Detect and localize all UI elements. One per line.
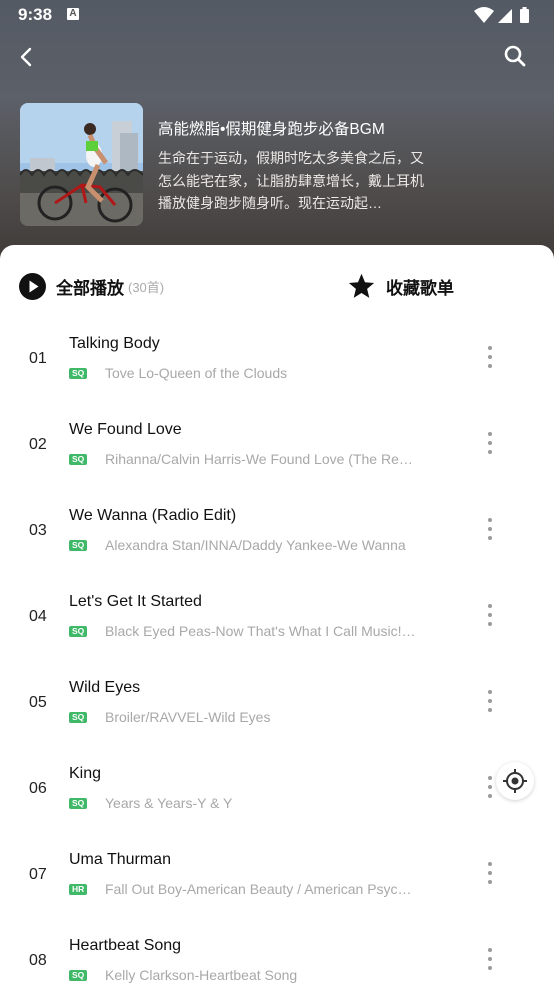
track-title: King — [69, 765, 102, 782]
track-artist: Broiler/RAVVEL-Wild Eyes — [105, 709, 271, 725]
track-title: Uma Thurman — [69, 851, 171, 868]
track-artist: Black Eyed Peas-Now That's What I Call M… — [105, 623, 416, 639]
status-time: 9:38 — [18, 5, 53, 24]
track-row[interactable]: 01 Talking Body SQ Tove Lo-Queen of the … — [0, 318, 554, 404]
track-artist: Alexandra Stan/INNA/Daddy Yankee-We Wann… — [105, 537, 406, 553]
track-count: (30首) — [128, 279, 165, 295]
track-artist: Rihanna/Calvin Harris-We Found Love (The… — [105, 451, 413, 467]
track-number: 06 — [29, 780, 47, 797]
track-title: We Wanna (Radio Edit) — [69, 507, 237, 524]
quality-badge: HR — [69, 884, 88, 895]
more-options-button[interactable] — [482, 432, 498, 458]
track-number: 04 — [29, 608, 47, 625]
play-circle-icon — [19, 272, 46, 300]
track-row[interactable]: 03 We Wanna (Radio Edit) SQ Alexandra St… — [0, 490, 554, 576]
back-button[interactable] — [14, 44, 40, 70]
quality-badge: SQ — [69, 454, 88, 465]
playlist-description[interactable]: 生命在于运动，假期时吃太多美食之后，又怎么能宅在家，让脂肪肆意增长，戴上耳机播放… — [158, 147, 430, 215]
quality-badge: SQ — [69, 970, 88, 981]
more-vertical-icon — [482, 518, 498, 540]
track-title: Wild Eyes — [69, 679, 141, 696]
track-row[interactable]: 08 Heartbeat Song SQ Kelly Clarkson-Hear… — [0, 920, 554, 984]
track-number: 08 — [29, 952, 47, 969]
track-number: 07 — [29, 866, 47, 883]
more-vertical-icon — [482, 346, 498, 368]
more-vertical-icon — [482, 862, 498, 884]
track-row[interactable]: 04 Let's Get It Started SQ Black Eyed Pe… — [0, 576, 554, 662]
track-title: Talking Body — [69, 335, 160, 352]
chevron-left-icon — [20, 47, 32, 67]
collect-playlist-button[interactable]: 收藏歌单 — [347, 272, 454, 300]
playlist-cover-image[interactable] — [20, 103, 143, 226]
quality-badge: SQ — [69, 626, 88, 637]
track-number: 05 — [29, 694, 47, 711]
more-options-button[interactable] — [482, 604, 498, 630]
more-vertical-icon — [482, 690, 498, 712]
search-icon — [504, 45, 526, 67]
track-artist: Years & Years-Y & Y — [105, 795, 233, 811]
quality-badge: SQ — [69, 540, 88, 551]
more-vertical-icon — [482, 948, 498, 970]
quality-badge: SQ — [69, 712, 88, 723]
play-all-button[interactable]: 全部播放 (30首) — [19, 272, 164, 300]
track-title: Heartbeat Song — [69, 937, 182, 954]
cover-art-cyclist — [20, 103, 143, 226]
signal-icon — [498, 9, 512, 23]
track-row[interactable]: 02 We Found Love SQ Rihanna/Calvin Harri… — [0, 404, 554, 490]
more-options-button[interactable] — [482, 862, 498, 888]
locate-icon — [503, 769, 527, 793]
play-all-label: 全部播放 — [56, 278, 124, 298]
track-artist: Fall Out Boy-American Beauty / American … — [105, 881, 412, 897]
wifi-icon — [474, 7, 494, 23]
playlist-title: 高能燃脂•假期健身跑步必备BGM — [158, 121, 385, 138]
track-row[interactable]: 07 Uma Thurman HR Fall Out Boy-American … — [0, 834, 554, 920]
collect-label: 收藏歌单 — [386, 278, 454, 298]
track-title: We Found Love — [69, 421, 182, 438]
track-artist: Kelly Clarkson-Heartbeat Song — [105, 967, 298, 983]
track-title: Let's Get It Started — [69, 593, 202, 610]
track-number: 01 — [29, 350, 47, 367]
more-vertical-icon — [482, 432, 498, 454]
quality-badge: SQ — [69, 798, 88, 809]
star-icon — [348, 273, 375, 298]
more-options-button[interactable] — [482, 518, 498, 544]
track-row[interactable]: 05 Wild Eyes SQ Broiler/RAVVEL-Wild Eyes — [0, 662, 554, 748]
track-number: 02 — [29, 436, 47, 453]
notification-a-icon: A — [67, 8, 79, 20]
track-artist: Tove Lo-Queen of the Clouds — [105, 365, 288, 381]
more-vertical-icon — [482, 604, 498, 626]
track-number: 03 — [29, 522, 47, 539]
locate-current-track-button[interactable] — [496, 762, 534, 800]
search-button[interactable] — [502, 43, 528, 69]
status-bar: 9:38 A — [0, 0, 554, 30]
more-options-button[interactable] — [482, 690, 498, 716]
quality-badge: SQ — [69, 368, 88, 379]
track-row[interactable]: 06 King SQ Years & Years-Y & Y — [0, 748, 554, 834]
more-options-button[interactable] — [482, 346, 498, 372]
more-options-button[interactable] — [482, 948, 498, 974]
status-system-icons — [474, 7, 529, 23]
battery-icon — [520, 7, 529, 23]
